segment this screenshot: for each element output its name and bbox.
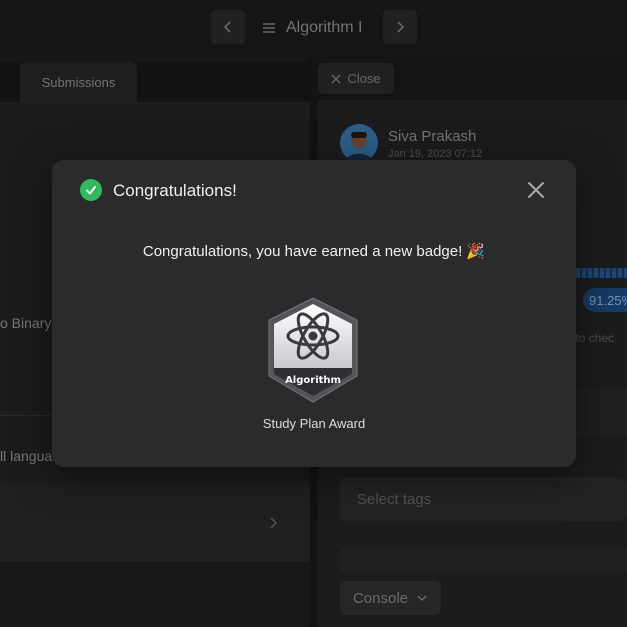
success-check-icon	[80, 179, 102, 201]
modal-message: Congratulations, you have earned a new b…	[142, 243, 486, 260]
badge-caption: Study Plan Award	[262, 416, 366, 431]
algorithm-badge: Algorithm	[263, 296, 363, 404]
close-icon	[528, 182, 544, 198]
modal-close-button[interactable]	[524, 178, 548, 202]
modal-title: Congratulations!	[113, 181, 237, 200]
badge-text: Algorithm	[285, 375, 341, 386]
